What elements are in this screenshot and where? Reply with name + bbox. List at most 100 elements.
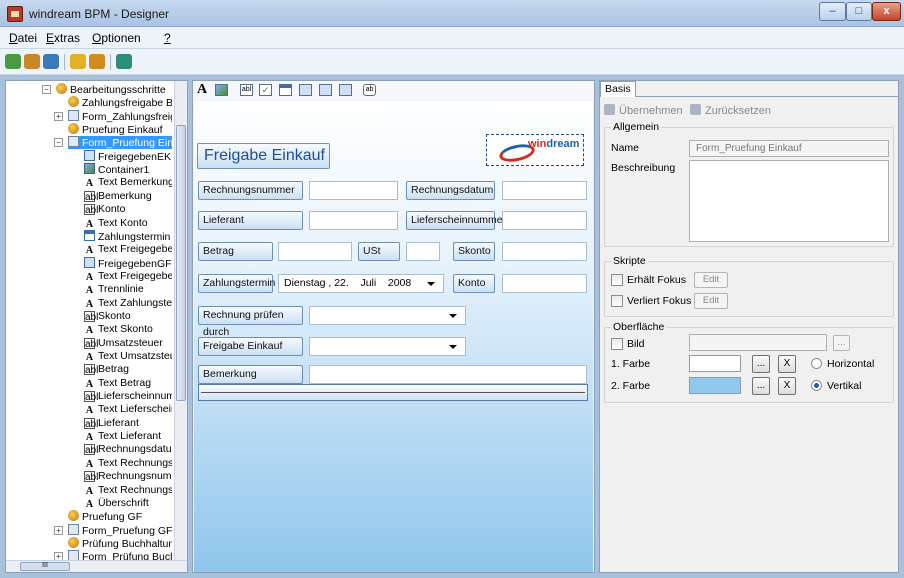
form-heading[interactable]: Freigabe Einkauf (197, 143, 330, 169)
farbe2-browse-button[interactable]: ... (752, 377, 770, 395)
text-tool-icon[interactable]: A (197, 82, 207, 98)
checkbox-tool-icon[interactable]: ✓ (259, 84, 272, 96)
chevron-down-icon[interactable] (449, 345, 457, 349)
farbe1-clear-button[interactable]: X (778, 355, 796, 373)
tree-expander[interactable]: + (54, 525, 63, 535)
button-tool-icon[interactable]: ab (363, 84, 376, 96)
label-skonto[interactable]: Skonto (453, 242, 495, 261)
apply-button[interactable]: Übernehmen (604, 104, 683, 117)
field-lieferscheinnummer[interactable] (502, 211, 587, 230)
tree-item[interactable]: Pruefung GF (68, 510, 172, 523)
tree-item[interactable]: A Text Rechnungsr (84, 484, 172, 497)
tree-item[interactable]: A Überschrift (84, 497, 172, 510)
bild-path-field[interactable] (689, 334, 827, 351)
minimize-button[interactable]: – (819, 2, 846, 21)
tree-item[interactable]: ablRechnungsnumm (84, 470, 172, 483)
tree-item[interactable]: ablSkonto (84, 310, 172, 323)
date-tool-icon[interactable] (279, 84, 292, 96)
date-picker-zahlungstermin[interactable]: Dienstag , 22. Juli 2008 (278, 274, 444, 293)
tree-item[interactable]: A Text Betrag (84, 377, 172, 390)
tree-item[interactable]: ablRechnungsdatum (84, 443, 172, 456)
chevron-down-icon[interactable] (449, 314, 457, 318)
tree-item[interactable]: Zahlungsfreigabe Buc (68, 96, 172, 109)
list-tool-icon[interactable] (319, 84, 332, 96)
tree-expander[interactable]: − (42, 85, 51, 94)
separator-line[interactable] (198, 384, 588, 401)
tree-item[interactable]: ablBemerkung (84, 190, 172, 203)
field-lieferant[interactable] (309, 211, 398, 230)
save-process-icon[interactable] (43, 54, 59, 69)
tree-item[interactable]: A Trennlinie (84, 283, 172, 296)
tree-horizontal-scrollbar[interactable]: III (6, 560, 187, 572)
textbox-tool-icon[interactable]: abl (240, 84, 253, 96)
tree-hscroll-thumb[interactable]: III (20, 562, 70, 571)
tree-item[interactable]: A Text Konto (84, 217, 172, 230)
edit-erhaelt-fokus-button[interactable]: Edit (694, 272, 728, 288)
tree-item[interactable]: A Text Lieferschein (84, 403, 172, 416)
field-bemerkung[interactable] (309, 365, 587, 384)
combo-rechnung-pruefen[interactable] (309, 306, 466, 325)
label-betrag[interactable]: Betrag (198, 242, 273, 261)
tree-item[interactable]: Pruefung Einkauf (68, 123, 172, 136)
radio-vertikal[interactable] (811, 380, 822, 391)
checkbox-erhaelt-fokus[interactable] (611, 274, 623, 286)
farbe1-browse-button[interactable]: ... (752, 355, 770, 373)
field-rechnungsnummer[interactable] (309, 181, 398, 200)
field-skonto[interactable] (502, 242, 587, 261)
label-zahlungstermin[interactable]: Zahlungstermin (198, 274, 275, 293)
reset-button[interactable]: Zurücksetzen (690, 104, 771, 117)
tree-item[interactable]: ablUmsatzsteuer (84, 337, 172, 350)
tree-item[interactable]: ablBetrag (84, 363, 172, 376)
maximize-button[interactable]: □ (846, 2, 872, 21)
bild-browse-button[interactable]: ... (833, 335, 850, 351)
tree-item[interactable]: Zahlungstermin (84, 229, 172, 243)
field-konto[interactable] (502, 274, 587, 293)
field-rechnungsdatum[interactable] (502, 181, 587, 200)
edit-step-icon[interactable] (89, 54, 105, 69)
menu-optionen[interactable]: Optionen (92, 31, 141, 45)
label-bemerkung[interactable]: Bemerkung (198, 365, 303, 384)
label-konto[interactable]: Konto (453, 274, 495, 293)
description-field[interactable] (689, 160, 889, 242)
farbe2-clear-button[interactable]: X (778, 377, 796, 395)
name-field[interactable]: Form_Pruefung Einkauf (689, 140, 889, 157)
radio-horizontal[interactable] (811, 358, 822, 369)
menu-help[interactable]: ? (164, 31, 171, 45)
add-step-icon[interactable] (70, 54, 86, 69)
tree-item[interactable]: ablLieferscheinnumr (84, 390, 172, 403)
farbe2-swatch[interactable] (689, 377, 741, 394)
menu-datei[interactable]: Datei (9, 31, 37, 45)
tree-item[interactable]: A Text Lieferant (84, 430, 172, 443)
label-lieferscheinnummer[interactable]: Lieferscheinnummer (406, 211, 506, 230)
label-rechnungsdatum[interactable]: Rechnungsdatum (406, 181, 495, 200)
chevron-down-icon[interactable] (427, 282, 435, 286)
tree-item[interactable]: A Text Bemerkung (84, 176, 172, 189)
menu-extras[interactable]: Extras (46, 31, 80, 45)
checkbox-bild[interactable] (611, 338, 623, 350)
tree-item[interactable]: ablKonto (84, 203, 172, 216)
tree-item[interactable]: Bearbeitungsschritte (56, 83, 172, 96)
tab-basis[interactable]: Basis (600, 81, 636, 97)
farbe1-swatch[interactable] (689, 355, 741, 372)
tree-item[interactable]: Form_Zahlungsfreigat (68, 109, 172, 123)
close-button[interactable]: x (872, 2, 901, 21)
tree-item[interactable]: Form_Pruefung GF (68, 523, 172, 537)
tree-item[interactable]: A Text Umsatzsteue (84, 350, 172, 363)
combo-freigabe-einkauf[interactable] (309, 337, 466, 356)
windream-logo[interactable]: windream (486, 134, 584, 166)
tree-item[interactable]: FreigegebenEK (84, 149, 172, 163)
tree-vertical-scrollbar[interactable] (174, 81, 187, 560)
tree-item[interactable]: A Text Freigegeben (84, 243, 172, 256)
form-canvas[interactable]: Freigabe Einkauf windream Rechnungsnumme… (194, 101, 593, 572)
tree-item[interactable]: ablLieferant (84, 417, 172, 430)
combo-tool-icon[interactable] (299, 84, 312, 96)
tree-scroll-thumb[interactable] (176, 125, 186, 401)
edit-verliert-fokus-button[interactable]: Edit (694, 293, 728, 309)
new-process-icon[interactable] (5, 54, 21, 69)
tree-item[interactable]: Prüfung Buchhaltung (68, 536, 172, 550)
open-process-icon[interactable] (24, 54, 40, 69)
label-ust[interactable]: USt (358, 242, 400, 261)
label-lieferant[interactable]: Lieferant (198, 211, 303, 230)
tree-expander[interactable]: + (54, 111, 63, 121)
deploy-icon[interactable] (116, 54, 132, 69)
